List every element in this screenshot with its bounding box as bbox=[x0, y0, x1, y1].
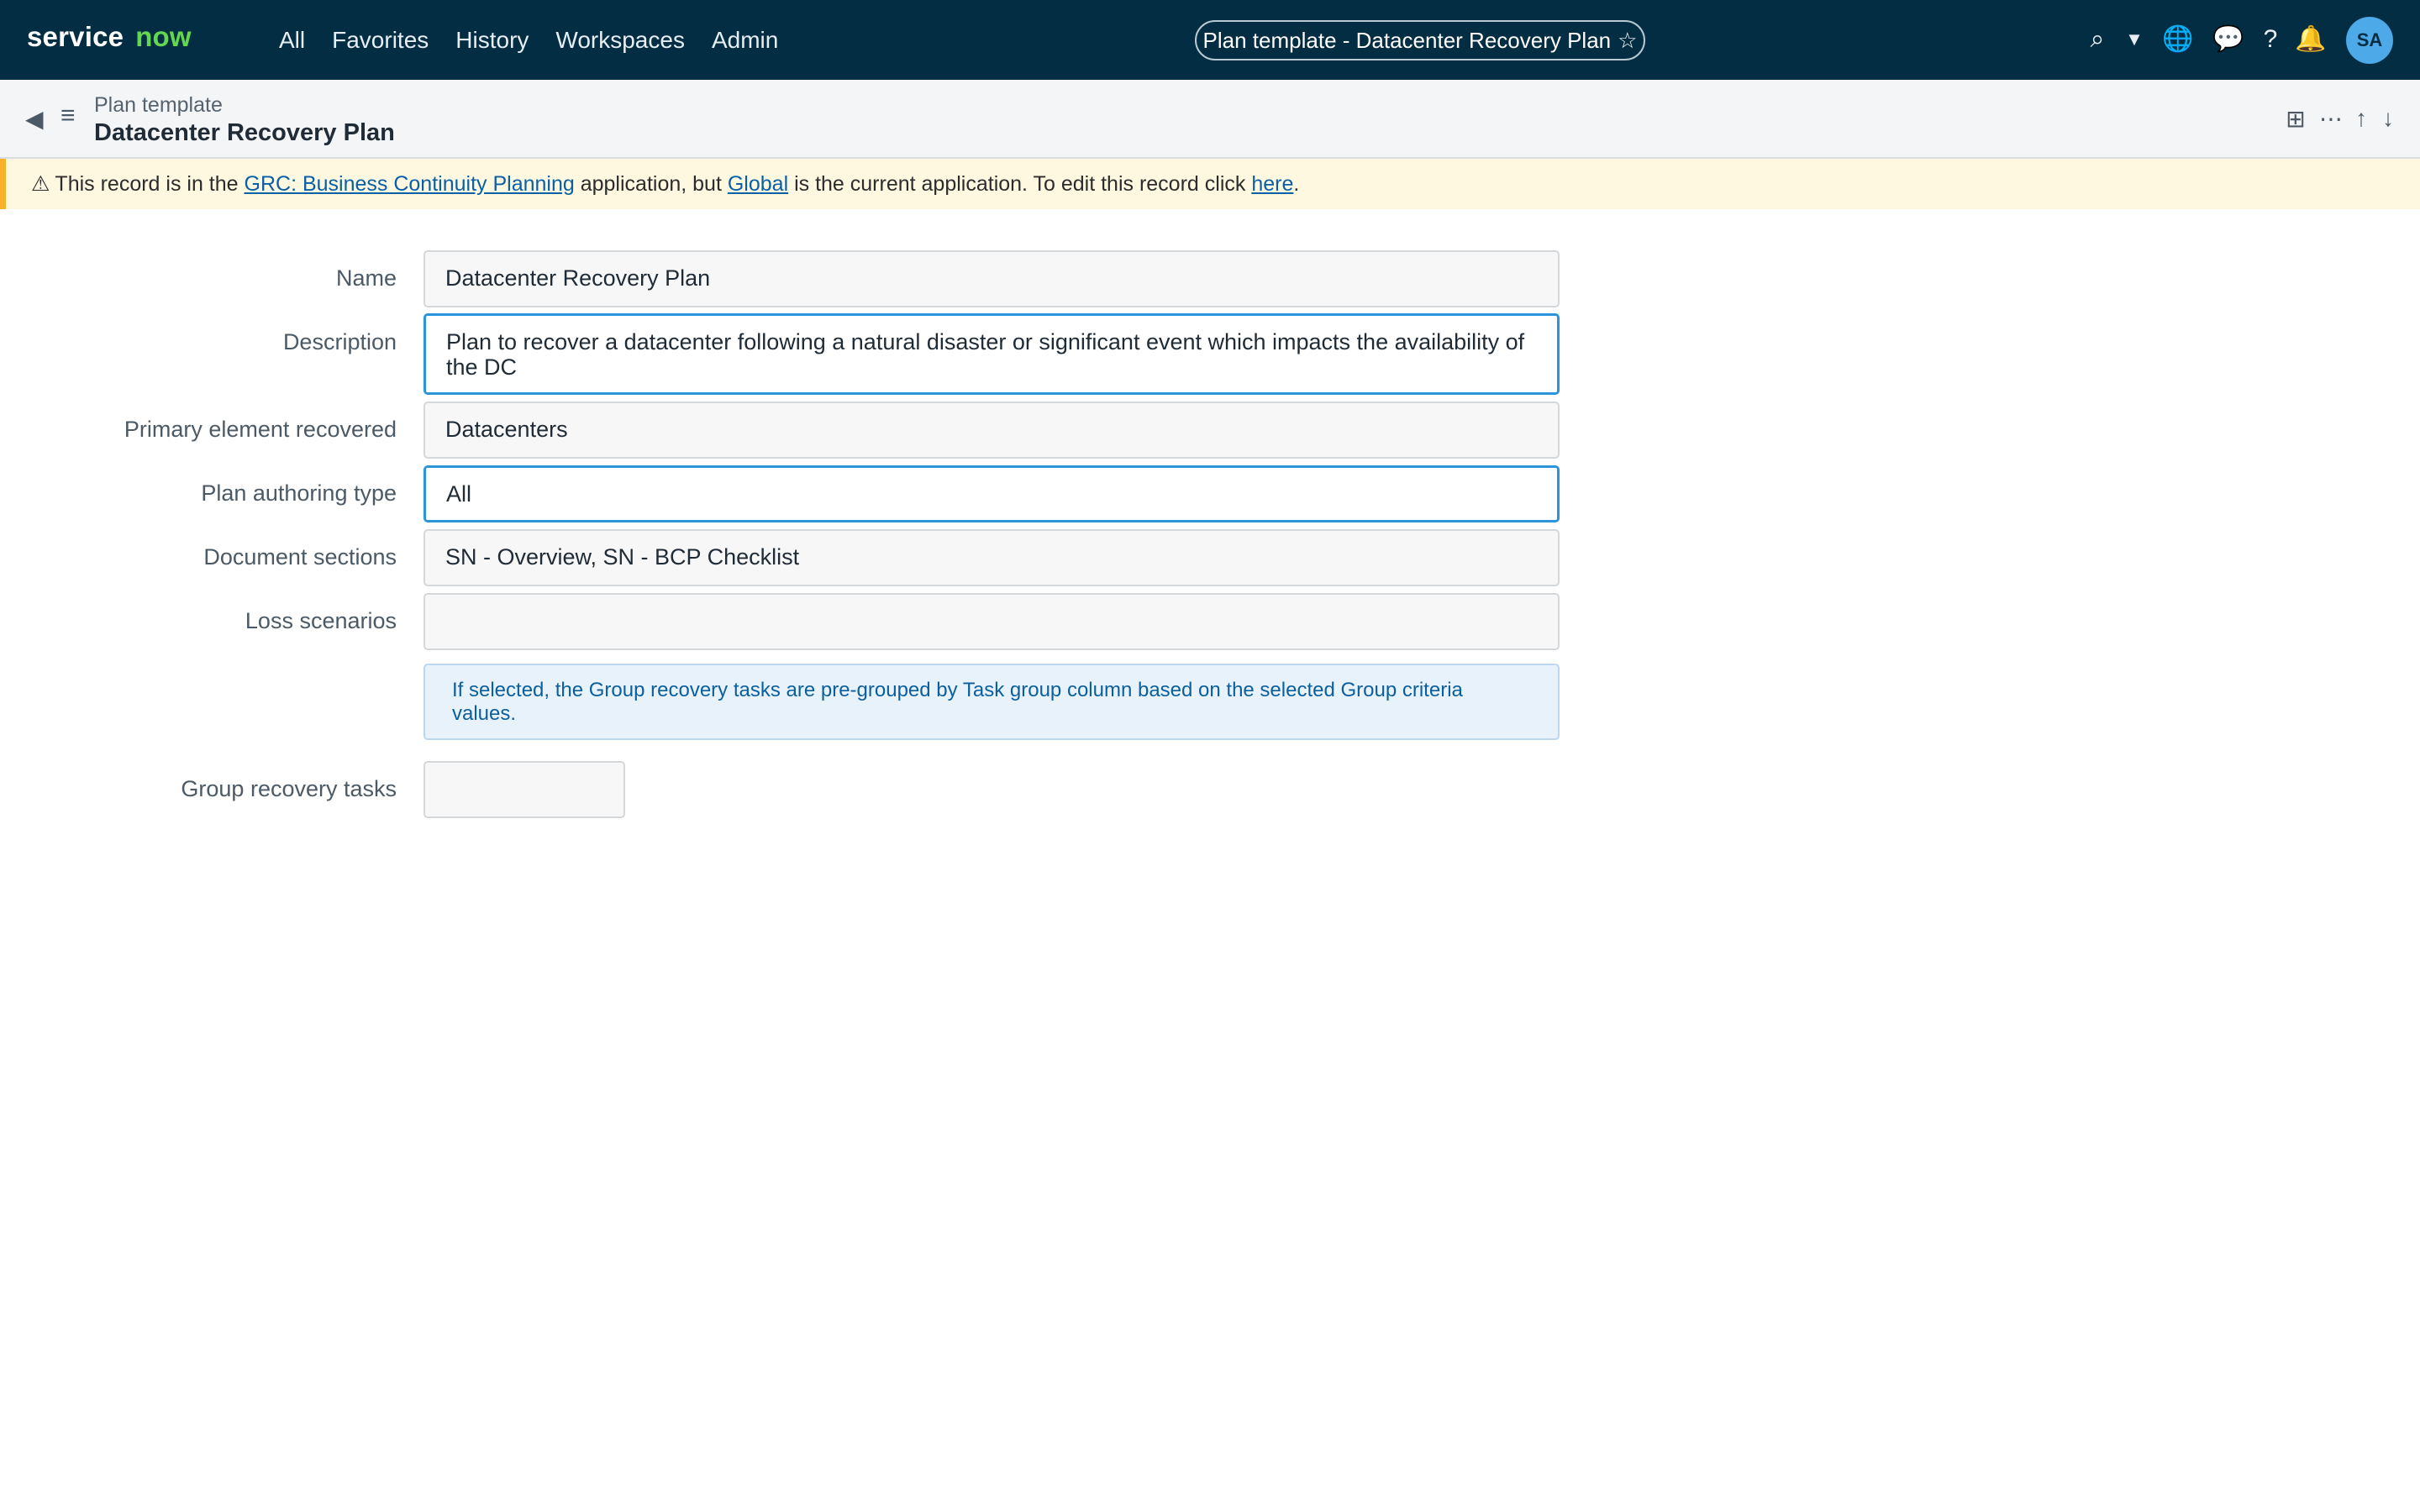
warning-icon: ⚠ bbox=[31, 172, 50, 196]
primary-element-label: Primary element recovered bbox=[124, 417, 397, 442]
grid-icon[interactable]: ⊞ bbox=[2281, 105, 2310, 133]
group-recovery-label: Group recovery tasks bbox=[181, 776, 397, 801]
banner-link-global[interactable]: Global bbox=[728, 172, 788, 197]
application-scope-banner: ⚠ This record is in the GRC: Business Co… bbox=[0, 159, 2420, 209]
main-menu: All Favorites History Workspaces Admin bbox=[279, 27, 805, 54]
user-avatar[interactable]: SA bbox=[2346, 17, 2393, 64]
authoring-type-field[interactable]: All bbox=[424, 465, 1560, 522]
bell-icon[interactable]: 🔔 bbox=[2294, 24, 2328, 55]
search-icon[interactable]: ⌕ bbox=[2081, 24, 2114, 55]
logo-word-now: now bbox=[135, 21, 192, 52]
previous-record-icon[interactable]: ↑ bbox=[2347, 105, 2375, 132]
top-navigation-bar: service now All Favorites History Workspa… bbox=[0, 0, 2420, 80]
help-icon[interactable]: ? bbox=[2254, 24, 2287, 55]
context-pill-label: Plan template - Datacenter Recovery Plan bbox=[1202, 27, 1612, 53]
nav-item-favorites[interactable]: Favorites bbox=[332, 27, 429, 54]
dropdown-icon[interactable]: ▼ bbox=[2118, 24, 2151, 55]
back-icon[interactable]: ◀ bbox=[25, 105, 44, 133]
description-label: Description bbox=[282, 329, 397, 354]
banner-text-3: is the current application. To edit this… bbox=[794, 171, 1246, 196]
group-recovery-checkbox[interactable] bbox=[424, 761, 625, 818]
banner-link-application[interactable]: GRC: Business Continuity Planning bbox=[245, 172, 575, 197]
globe-icon[interactable]: 🌐 bbox=[2161, 24, 2195, 55]
record-title: Datacenter Recovery Plan bbox=[94, 119, 395, 146]
logo-word-service: service bbox=[27, 21, 124, 52]
more-options-icon[interactable]: ⋯ bbox=[2317, 105, 2345, 133]
banner-text-2: application, but bbox=[580, 171, 722, 196]
banner-text-1: This record is in the bbox=[55, 171, 239, 196]
record-header: ◀ ≡ Plan template Datacenter Recovery Pl… bbox=[0, 80, 2420, 159]
group-recovery-info-message: If selected, the Group recovery tasks ar… bbox=[424, 664, 1560, 740]
next-record-icon[interactable]: ↓ bbox=[2374, 105, 2402, 132]
hamburger-menu-icon[interactable]: ≡ bbox=[60, 102, 76, 130]
document-sections-field[interactable]: SN - Overview, SN - BCP Checklist bbox=[424, 529, 1560, 586]
context-pill[interactable]: Plan template - Datacenter Recovery Plan… bbox=[1195, 20, 1645, 60]
name-label: Name bbox=[335, 265, 397, 291]
servicenow-logo[interactable]: service now bbox=[27, 21, 192, 53]
banner-text-4: . bbox=[1293, 171, 1300, 196]
authoring-type-label: Plan authoring type bbox=[201, 480, 397, 506]
description-field[interactable]: Plan to recover a datacenter following a… bbox=[424, 313, 1560, 395]
nav-item-admin[interactable]: Admin bbox=[712, 27, 778, 54]
loss-scenarios-label: Loss scenarios bbox=[245, 608, 397, 633]
nav-item-history[interactable]: History bbox=[455, 27, 529, 54]
name-field[interactable]: Datacenter Recovery Plan bbox=[424, 250, 1560, 307]
nav-item-all[interactable]: All bbox=[279, 27, 305, 54]
document-sections-label: Document sections bbox=[203, 544, 397, 570]
record-type: Plan template bbox=[94, 93, 223, 117]
primary-element-field[interactable]: Datacenters bbox=[424, 402, 1560, 459]
nav-item-workspaces[interactable]: Workspaces bbox=[555, 27, 685, 54]
star-icon[interactable]: ☆ bbox=[1618, 28, 1637, 54]
banner-link-here[interactable]: here bbox=[1251, 172, 1293, 197]
loss-scenarios-field[interactable] bbox=[424, 593, 1560, 650]
chat-icon[interactable]: 💬 bbox=[2212, 24, 2245, 55]
